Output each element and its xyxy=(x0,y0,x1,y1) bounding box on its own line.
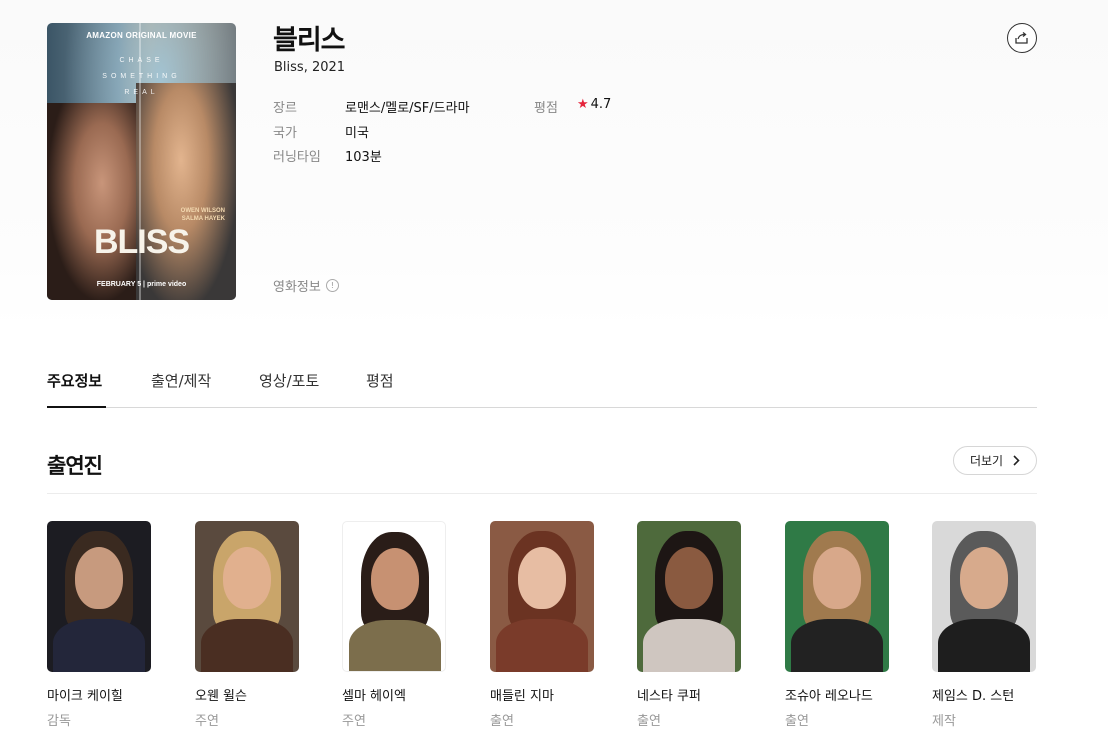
cast-photo[interactable] xyxy=(342,521,446,672)
poster-footer: FEBRUARY 5 | prime video xyxy=(96,281,187,288)
cast-role: 제작 xyxy=(932,714,956,729)
cast-name[interactable]: 마이크 케이힐 xyxy=(47,685,152,704)
runtime-label: 러닝타임 xyxy=(273,150,321,165)
cast-role: 주연 xyxy=(195,714,219,729)
share-icon xyxy=(1015,32,1028,44)
tab-rating[interactable]: 평점 xyxy=(366,370,394,391)
cast-role: 감독 xyxy=(47,714,71,729)
genre-value: 로맨스/멜로/SF/드라마 xyxy=(345,101,470,116)
cast-photo[interactable] xyxy=(490,521,594,672)
tab-cast-crew[interactable]: 출연/제작 xyxy=(151,370,211,391)
movie-title: 블리스 xyxy=(273,25,346,56)
cast-card[interactable]: 오웬 윌슨 주연 xyxy=(195,521,300,729)
cast-role: 주연 xyxy=(342,714,366,729)
more-button-label: 더보기 xyxy=(969,454,1004,468)
share-button[interactable] xyxy=(1007,23,1037,53)
genre-label: 장르 xyxy=(273,101,297,116)
cast-card[interactable]: 셀마 헤이엑 주연 xyxy=(342,521,447,729)
cast-card[interactable]: 조슈아 레오나드 출연 xyxy=(785,521,890,729)
cast-photo[interactable] xyxy=(932,521,1036,672)
cast-name[interactable]: 제임스 D. 스턴 xyxy=(932,685,1037,704)
active-tab-indicator xyxy=(47,406,106,408)
poster-top-text: AMAZON ORIGINAL MOVIE xyxy=(86,31,197,40)
poster-actor-image xyxy=(136,83,236,300)
country-value: 미국 xyxy=(345,126,369,141)
movie-subtitle: Bliss, 2021 xyxy=(274,60,346,75)
rating-display: ★ 4.7 xyxy=(577,97,611,112)
poster-cast-text: OWEN WILSON SALMA HAYEK xyxy=(180,208,225,222)
chevron-right-icon xyxy=(1013,455,1020,466)
movie-poster[interactable]: AMAZON ORIGINAL MOVIE CHASE SOMETHING RE… xyxy=(47,23,236,300)
cast-role: 출연 xyxy=(490,714,514,729)
movie-info-label: 영화정보 xyxy=(273,280,321,295)
cast-card[interactable]: 제임스 D. 스턴 제작 xyxy=(932,521,1037,729)
poster-title: BLISS xyxy=(93,223,190,261)
rating-value: 4.7 xyxy=(590,97,612,112)
cast-card[interactable]: 네스타 쿠퍼 출연 xyxy=(637,521,742,729)
cast-name[interactable]: 조슈아 레오나드 xyxy=(785,685,890,704)
cast-card[interactable]: 마이크 케이힐 감독 xyxy=(47,521,152,729)
rating-label: 평점 xyxy=(534,101,558,116)
more-button[interactable]: 더보기 xyxy=(953,446,1037,475)
cast-section-title: 출연진 xyxy=(47,454,103,478)
cast-photo[interactable] xyxy=(47,521,151,672)
cast-photo[interactable] xyxy=(637,521,741,672)
cast-name[interactable]: 매들린 지마 xyxy=(490,685,595,704)
star-icon: ★ xyxy=(577,97,589,112)
cast-list: 마이크 케이힐 감독 오웬 윌슨 주연 셀마 헤이엑 주연 매들린 지마 출연 xyxy=(47,521,1037,731)
poster-tagline: CHASE SOMETHING REAL xyxy=(102,57,181,96)
cast-name[interactable]: 네스타 쿠퍼 xyxy=(637,685,742,704)
tab-bar: 주요정보 출연/제작 영상/포토 평점 xyxy=(47,360,1037,408)
runtime-value: 103분 xyxy=(345,150,382,165)
tab-main-info[interactable]: 주요정보 xyxy=(47,370,102,391)
cast-card[interactable]: 매들린 지마 출연 xyxy=(490,521,595,729)
cast-photo[interactable] xyxy=(785,521,889,672)
country-label: 국가 xyxy=(273,126,297,141)
cast-name[interactable]: 셀마 헤이엑 xyxy=(342,685,447,704)
section-divider xyxy=(47,493,1037,494)
cast-photo[interactable] xyxy=(195,521,299,672)
cast-name[interactable]: 오웬 윌슨 xyxy=(195,685,300,704)
movie-info-link[interactable]: 영화정보 ! xyxy=(273,276,339,295)
cast-role: 출연 xyxy=(785,714,809,729)
info-icon[interactable]: ! xyxy=(325,279,339,292)
poster-actress-image xyxy=(47,103,147,300)
tab-video-photo[interactable]: 영상/포토 xyxy=(259,370,319,391)
cast-role: 출연 xyxy=(637,714,661,729)
